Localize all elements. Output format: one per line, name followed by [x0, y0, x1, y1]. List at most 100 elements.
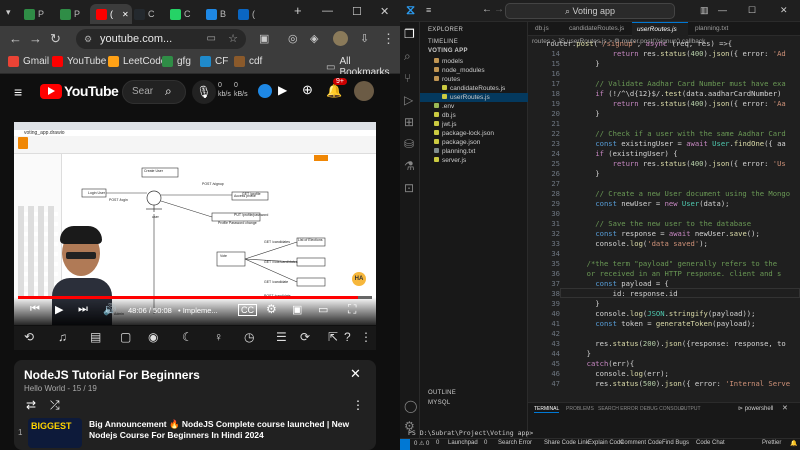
terminal-shell[interactable]: ⊳ powershell: [738, 405, 773, 412]
star-icon[interactable]: ☆: [228, 29, 238, 49]
terminal-tab[interactable]: DEBUG CONSOLE: [640, 406, 684, 412]
explorer-icon[interactable]: ❐: [404, 28, 415, 40]
source-control-icon[interactable]: ⑂: [404, 72, 411, 84]
create-icon[interactable]: ⊕: [302, 82, 313, 98]
playlist-item-title[interactable]: Big Announcement 🔥 NodeJS Complete cours…: [89, 419, 369, 441]
popout-icon[interactable]: ⇱: [328, 330, 338, 344]
browser-tab[interactable]: C: [164, 4, 198, 24]
minimize-icon[interactable]: —: [322, 5, 333, 17]
win-min-icon[interactable]: —: [718, 5, 727, 15]
tab-search-icon[interactable]: ▾: [6, 5, 11, 19]
cc-icon[interactable]: CC: [238, 304, 257, 316]
search-icon[interactable]: ⌕: [404, 50, 411, 62]
layout-icon[interactable]: ▥: [700, 5, 709, 16]
menu-icon[interactable]: ≡: [426, 5, 431, 15]
playlist-title[interactable]: NodeJS Tutorial For Beginners: [24, 368, 200, 382]
tree-item-package-lock-json[interactable]: package-lock.json: [420, 129, 528, 138]
browser-tab[interactable]: C: [128, 4, 162, 24]
tree-item-db-js[interactable]: db.js: [420, 111, 528, 120]
run-debug-icon[interactable]: ▷: [404, 94, 413, 106]
omnibox[interactable]: ⚙ youtube.com... ▭ ☆: [76, 29, 246, 49]
music-icon[interactable]: ♫: [58, 330, 67, 344]
sync-icon[interactable]: ◎: [288, 32, 298, 46]
search-box[interactable]: Sear ⌕: [122, 80, 186, 104]
theater-icon[interactable]: ▭: [318, 303, 328, 316]
status-item[interactable]: Search Error: [498, 440, 532, 446]
youtube-logo-text[interactable]: YouTube: [64, 83, 119, 99]
terminal-tab[interactable]: PROBLEMS: [566, 406, 594, 412]
nav-forward-icon[interactable]: →: [494, 4, 504, 15]
loop-playlist-icon[interactable]: ⇄: [26, 398, 36, 412]
video-player[interactable]: voting_app.drawio Create User POST /sign…: [14, 122, 376, 325]
tree-item-models[interactable]: models: [420, 57, 528, 66]
maximize-icon[interactable]: ☐: [352, 5, 362, 18]
settings-icon[interactable]: ⚙: [266, 302, 277, 316]
site-info-icon[interactable]: ⚙: [84, 29, 92, 49]
status-item[interactable]: Code Chat: [696, 440, 725, 446]
more-icon[interactable]: ⋮: [360, 330, 372, 344]
prettier-status[interactable]: Prettier: [762, 440, 781, 446]
bookmark-youtube[interactable]: YouTube: [52, 56, 106, 67]
prev-icon[interactable]: ⏮: [30, 303, 40, 316]
mysql-section[interactable]: MYSQL: [428, 400, 451, 406]
avatar[interactable]: [354, 81, 374, 101]
close-playlist-icon[interactable]: ✕: [350, 366, 361, 382]
image-icon[interactable]: ▤: [90, 330, 101, 344]
night-mode-icon[interactable]: ☾: [182, 330, 193, 344]
bell-icon[interactable]: 🔔: [326, 83, 342, 99]
close-icon[interactable]: ✕: [380, 5, 389, 18]
code-view[interactable]: router.post('/signup', async (req, res) …: [528, 39, 800, 402]
extensions-icon[interactable]: ⊞: [404, 116, 414, 128]
tree-item-userroutes-js[interactable]: userRoutes.js: [420, 93, 528, 102]
tree-item-routes[interactable]: routes: [420, 75, 528, 84]
terminal-tab[interactable]: SEARCH ERROR: [598, 406, 638, 412]
bookmark-cf[interactable]: CF: [200, 56, 228, 67]
rotate-icon[interactable]: ⟳: [300, 330, 310, 344]
status-item[interactable]: Launchpad: [448, 440, 478, 446]
bookmark-gfg[interactable]: gfg: [162, 56, 191, 67]
editor-tab[interactable]: userRoutes.js: [632, 22, 688, 36]
extension-icon[interactable]: [258, 84, 272, 98]
bulb-icon[interactable]: ♀: [214, 330, 223, 344]
yt-extension-icon[interactable]: ▶: [278, 83, 287, 97]
camera-icon[interactable]: ◉: [148, 330, 158, 344]
progress-bar[interactable]: [18, 296, 372, 299]
speed-icon[interactable]: ◷: [244, 330, 254, 344]
mic-icon[interactable]: 🎙: [192, 80, 216, 104]
project-section[interactable]: VOTING APP: [428, 48, 468, 54]
status-item[interactable]: 0: [436, 440, 439, 446]
editor-tab[interactable]: planning.txt: [690, 22, 742, 36]
status-item[interactable]: Find Bugs: [662, 440, 689, 446]
menu-icon[interactable]: ⋮: [382, 32, 395, 46]
nav-back-icon[interactable]: ←: [482, 4, 492, 15]
tree-item-node-modules[interactable]: node_modules: [420, 66, 528, 75]
status-item[interactable]: Share Code Link: [544, 440, 589, 446]
tree-item-package-json[interactable]: package.json: [420, 138, 528, 147]
terminal-tab[interactable]: TERMINAL: [534, 406, 560, 413]
timeline-section[interactable]: TIMELINE: [428, 39, 458, 45]
hamburger-icon[interactable]: ≡: [14, 84, 22, 100]
search-input[interactable]: Sear: [132, 86, 153, 97]
status-item[interactable]: 0: [484, 440, 487, 446]
playlist-more-icon[interactable]: ⋮: [352, 398, 364, 412]
reload-icon[interactable]: ↻: [50, 32, 61, 46]
new-tab-icon[interactable]: +: [294, 3, 302, 18]
volume-icon[interactable]: 🔊: [103, 303, 117, 316]
download-icon[interactable]: ⇩: [360, 32, 369, 46]
testing-icon[interactable]: ⚗: [404, 160, 415, 172]
notification-bell-icon[interactable]: 🔔: [790, 440, 797, 447]
editor-tab[interactable]: db.js: [530, 22, 562, 36]
outline-section[interactable]: OUTLINE: [428, 390, 456, 396]
status-item[interactable]: 0 ⚠ 0: [414, 440, 429, 447]
bookmark-cdf[interactable]: cdf: [234, 56, 262, 67]
win-close-icon[interactable]: ✕: [780, 5, 788, 16]
tree-item-jwt-js[interactable]: jwt.js: [420, 120, 528, 129]
command-center[interactable]: ⌕ Voting app: [505, 3, 675, 19]
terminal-prompt[interactable]: PS D:\Subrat\Project\Voting app>: [408, 429, 533, 437]
help-icon[interactable]: ?: [344, 330, 351, 344]
account-icon[interactable]: ◯: [404, 400, 417, 412]
browser-tab[interactable]: P: [18, 4, 52, 24]
back-icon[interactable]: ←: [9, 32, 22, 46]
browser-tab[interactable]: B: [200, 4, 234, 24]
next-icon[interactable]: ⏭: [78, 303, 88, 316]
